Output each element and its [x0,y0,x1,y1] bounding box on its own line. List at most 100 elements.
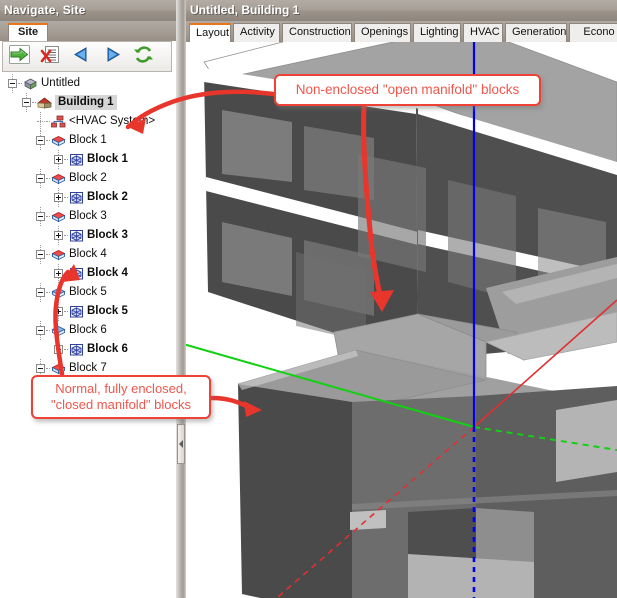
collapse-icon[interactable] [36,174,45,183]
back-button[interactable] [67,45,96,69]
tree-item[interactable]: Block 2 [0,169,176,188]
main-header: Untitled, Building 1 [186,0,617,21]
tree-item-label: Untitled [41,76,80,91]
delete-document-button[interactable] [36,45,65,69]
tree-item-label: Block 5 [69,285,107,300]
tab-econo[interactable]: Econo [569,23,617,42]
collapse-panel-button[interactable] [177,424,185,464]
collapse-icon[interactable] [36,326,45,335]
tab-label: Lighting [420,26,459,38]
expand-icon[interactable] [54,155,63,164]
block-closed-icon [50,361,67,376]
tree-item[interactable]: Block 5 [0,302,176,321]
tree-item-label: Block 5 [87,304,128,319]
tab-hvac[interactable]: HVAC [463,23,503,42]
tab-label: Construction [289,26,351,38]
tree-connector [12,74,14,79]
main-tabstrip: Layout Activity ConstructionOpenings Lighti… [186,21,617,43]
tree-connector [40,245,42,250]
annotation-closed-manifold-line1: Normal, fully enclosed, [55,381,187,397]
tab-label: Layout [196,27,229,39]
tree-item[interactable]: Block 3 [0,207,176,226]
tree-item[interactable]: Building 1 [0,93,176,112]
tree-connector [58,188,60,193]
block-closed-icon [50,209,67,224]
hvac-icon [50,114,67,129]
tree-item[interactable]: Block 6 [0,340,176,359]
tab-activity[interactable]: Activity [233,23,280,42]
expand-icon[interactable] [54,269,63,278]
panel-splitter[interactable] [176,0,186,598]
tree-item-label: Block 2 [69,171,107,186]
tab-label: HVAC [470,26,500,38]
annotation-closed-manifold-line2: "closed manifold" blocks [51,397,191,413]
collapse-icon[interactable] [8,79,17,88]
go-icon [9,45,30,69]
go-button[interactable] [5,45,34,69]
tree-item-label: Block 4 [87,266,128,281]
site-icon [22,76,39,91]
annotation-closed-manifold: Normal, fully enclosed, "closed manifold… [31,375,211,419]
building-icon [36,95,53,110]
tree-connector [40,207,42,212]
collapse-icon[interactable] [36,288,45,297]
tree-connector [58,150,60,155]
zone-icon [68,228,85,243]
expand-icon[interactable] [54,193,63,202]
expand-icon[interactable] [54,307,63,316]
annotation-open-manifold: Non-enclosed "open manifold" blocks [274,74,541,106]
tree-item[interactable]: Block 1 [0,131,176,150]
tree-item[interactable]: Block 4 [0,245,176,264]
navigator-title: Navigate, Site [4,3,86,17]
tree-item-label: Block 1 [69,133,107,148]
tab-lighting[interactable]: Lighting [413,23,461,42]
block-closed-icon [50,171,67,186]
expand-icon[interactable] [54,345,63,354]
3d-viewport[interactable] [186,42,617,598]
navigator-header: Navigate, Site [0,0,176,21]
tab-generation[interactable]: Generation [505,23,567,42]
tree-item[interactable]: Block 3 [0,226,176,245]
tab-construction[interactable]: Construction [282,23,352,42]
tree-connector [40,359,42,364]
tree-connector [40,169,42,174]
collapse-icon[interactable] [36,136,45,145]
zone-icon [68,304,85,319]
tree-item[interactable]: <HVAC System> [0,112,176,131]
tree-item-label: Block 6 [87,342,128,357]
tree-item-label: <HVAC System> [69,114,155,129]
zone-icon [68,190,85,205]
collapse-icon[interactable] [36,250,45,259]
block-closed-icon [50,247,67,262]
zone-icon [68,152,85,167]
tree-connector [40,131,42,136]
tree-item-label: Block 4 [69,247,107,262]
tree-item[interactable]: Block 6 [0,321,176,340]
forward-button[interactable] [98,45,127,69]
tab-openings[interactable]: Openings [354,23,411,42]
site-tree[interactable]: Untitled Building 1 <HVAC System> Block 1 Bl… [0,74,176,598]
tab-layout[interactable]: Layout [189,23,231,42]
collapse-icon[interactable] [36,364,45,373]
tree-item[interactable]: Block 4 [0,264,176,283]
tree-item[interactable]: Block 2 [0,188,176,207]
tree-item-label: Block 2 [87,190,128,205]
forward-arrow-icon [103,46,122,68]
tree-item[interactable]: Block 1 [0,150,176,169]
back-arrow-icon [72,46,91,68]
tree-connector [58,340,60,345]
expand-icon[interactable] [54,231,63,240]
collapse-icon[interactable] [22,98,31,107]
navigator-tabstrip: Site [0,21,176,42]
tree-item[interactable]: Untitled [0,74,176,93]
tree-item-label: Block 7 [69,361,107,376]
tab-site[interactable]: Site [8,23,48,41]
tree-item-label: Building 1 [55,95,117,110]
tree-item[interactable]: Block 5 [0,283,176,302]
collapse-icon[interactable] [36,212,45,221]
tab-label: Activity [240,26,275,38]
annotation-open-manifold-text: Non-enclosed "open manifold" blocks [296,82,519,98]
refresh-button[interactable] [129,45,158,69]
zone-icon [68,342,85,357]
navigator-toolbar [2,41,172,72]
